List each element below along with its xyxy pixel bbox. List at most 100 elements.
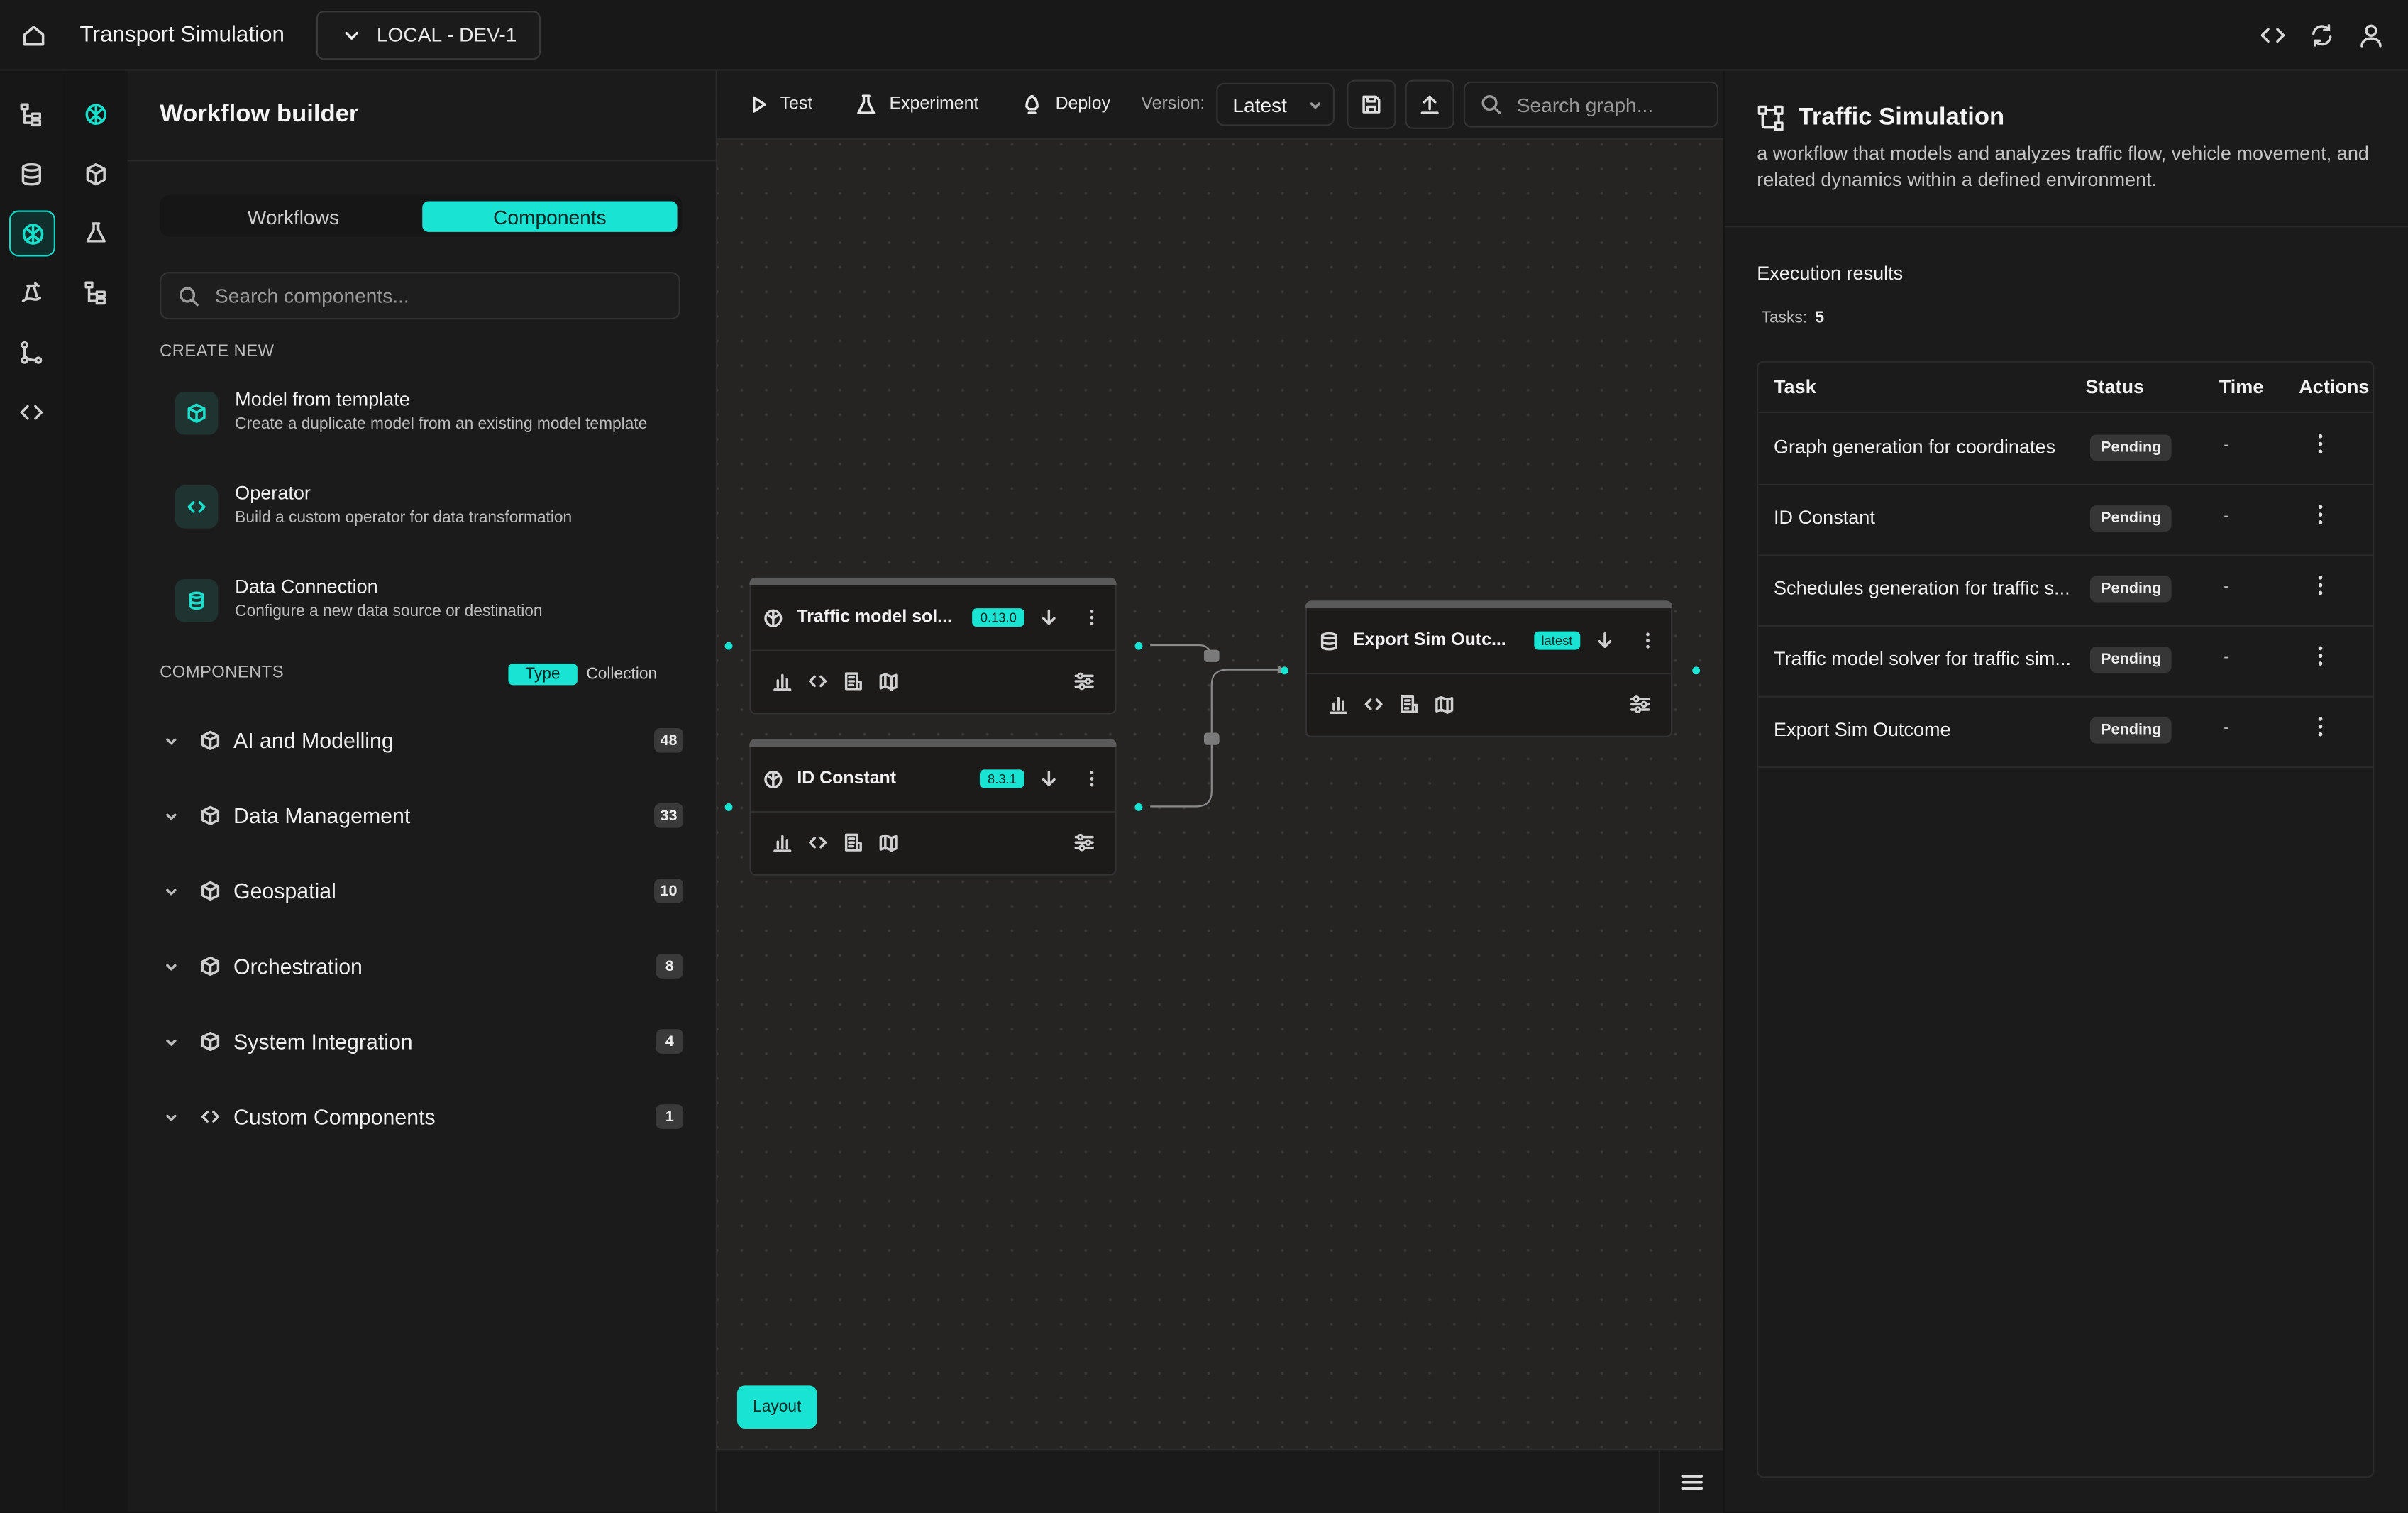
- settings-sliders-icon[interactable]: [1073, 832, 1095, 852]
- layout-button[interactable]: Layout: [736, 1385, 817, 1429]
- hierarchy-icon[interactable]: [74, 270, 117, 314]
- code-icon[interactable]: [808, 832, 828, 852]
- node-header: Traffic model sol... 0.13.0: [751, 585, 1115, 651]
- experiment-icon[interactable]: [9, 270, 53, 314]
- play-icon: [749, 95, 768, 114]
- create-model-from-template[interactable]: Model from template Create a duplicate m…: [175, 389, 682, 453]
- cube-icon[interactable]: [74, 152, 117, 195]
- upload-button[interactable]: [1404, 79, 1454, 129]
- version-value: Latest: [1232, 92, 1287, 116]
- count-badge: 1: [656, 1104, 684, 1129]
- flask-icon[interactable]: [74, 211, 117, 254]
- code-icon[interactable]: [2258, 19, 2288, 50]
- home-button[interactable]: [0, 0, 67, 69]
- chart-icon[interactable]: [773, 832, 792, 852]
- more-vertical-icon[interactable]: [2317, 504, 2324, 525]
- create-data-connection[interactable]: Data Connection Configure a new data sou…: [175, 576, 682, 641]
- input-port[interactable]: [1281, 666, 1289, 675]
- code-icon[interactable]: [1364, 693, 1384, 713]
- user-icon[interactable]: [2355, 19, 2386, 50]
- output-port[interactable]: [1134, 803, 1143, 811]
- version-select[interactable]: Latest: [1215, 82, 1335, 126]
- more-vertical-icon[interactable]: [1645, 632, 1651, 650]
- category-ai-and-modelling[interactable]: AI and Modelling 48: [165, 722, 684, 759]
- task-name: Graph generation for coordinates: [1773, 436, 2056, 458]
- experiment-button[interactable]: Experiment: [856, 94, 979, 115]
- more-vertical-icon[interactable]: [2317, 716, 2324, 737]
- count-badge: 10: [653, 879, 684, 903]
- download-icon[interactable]: [1596, 632, 1614, 650]
- components-search: [160, 272, 680, 320]
- menu-button[interactable]: [1658, 1450, 1723, 1513]
- tab-components[interactable]: Components: [422, 201, 678, 232]
- category-system-integration[interactable]: System Integration 4: [165, 1023, 684, 1060]
- output-port[interactable]: [1692, 666, 1701, 675]
- input-port[interactable]: [724, 642, 733, 650]
- more-vertical-icon[interactable]: [2317, 645, 2324, 666]
- create-operator[interactable]: Operator Build a custom operator for dat…: [175, 483, 682, 547]
- deploy-button[interactable]: Deploy: [1022, 94, 1110, 115]
- cube-icon: [199, 1030, 221, 1052]
- more-vertical-icon[interactable]: [2317, 433, 2324, 454]
- map-icon[interactable]: [878, 671, 898, 691]
- chart-icon[interactable]: [773, 671, 792, 691]
- experiment-label: Experiment: [889, 95, 979, 114]
- log-icon[interactable]: [843, 832, 863, 852]
- map-icon[interactable]: [1435, 693, 1454, 713]
- tab-workflows[interactable]: Workflows: [162, 202, 424, 232]
- brain-icon[interactable]: [9, 210, 55, 257]
- code-icon[interactable]: [9, 390, 53, 434]
- edge-handle[interactable]: [1203, 649, 1220, 662]
- refresh-icon[interactable]: [2307, 19, 2337, 50]
- table-row[interactable]: Graph generation for coordinates Pending…: [1758, 413, 2373, 485]
- deploy-label: Deploy: [1055, 95, 1111, 114]
- git-branch-icon[interactable]: [9, 330, 53, 373]
- save-button[interactable]: [1346, 79, 1396, 129]
- code-icon[interactable]: [808, 671, 828, 691]
- category-data-management[interactable]: Data Management 33: [165, 797, 684, 834]
- settings-sliders-icon[interactable]: [1630, 693, 1651, 713]
- log-icon[interactable]: [1399, 693, 1419, 713]
- environment-select[interactable]: LOCAL - DEV-1: [316, 10, 540, 60]
- toggle-collection[interactable]: Collection: [577, 664, 666, 685]
- more-vertical-icon[interactable]: [2317, 575, 2324, 596]
- settings-sliders-icon[interactable]: [1073, 671, 1095, 691]
- create-item-description: Build a custom operator for data transfo…: [235, 508, 573, 527]
- search-input[interactable]: [211, 282, 648, 309]
- category-geospatial[interactable]: Geospatial 10: [165, 872, 684, 909]
- toggle-type[interactable]: Type: [508, 664, 578, 686]
- graph-canvas[interactable]: Test Experiment Deploy Version: Latest S…: [717, 70, 1723, 1449]
- hierarchy-icon[interactable]: [9, 92, 53, 136]
- download-icon[interactable]: [1039, 769, 1058, 788]
- table-row[interactable]: Schedules generation for traffic s... Pe…: [1758, 554, 2373, 627]
- brain-icon[interactable]: [74, 92, 117, 136]
- save-icon: [1360, 94, 1381, 115]
- category-custom-components[interactable]: Custom Components 1: [165, 1099, 684, 1135]
- category-orchestration[interactable]: Orchestration 8: [165, 947, 684, 984]
- chart-icon[interactable]: [1328, 693, 1348, 713]
- canvas-bottom-bar: [717, 1448, 1723, 1513]
- create-item-title: Data Connection: [235, 576, 378, 598]
- more-vertical-icon[interactable]: [1089, 769, 1095, 788]
- output-port[interactable]: [1134, 642, 1143, 650]
- table-row[interactable]: ID Constant Pending -: [1758, 484, 2373, 556]
- status-badge: Pending: [2089, 717, 2172, 744]
- node-traffic-model-solver[interactable]: Traffic model sol... 0.13.0: [749, 577, 1117, 715]
- workflow-description: a workflow that models and analyzes traf…: [1757, 143, 2369, 191]
- node-id-constant[interactable]: ID Constant 8.3.1: [749, 739, 1117, 876]
- map-icon[interactable]: [878, 832, 898, 852]
- home-icon: [21, 22, 46, 47]
- input-port[interactable]: [724, 803, 733, 811]
- table-row[interactable]: Traffic model solver for traffic sim... …: [1758, 625, 2373, 698]
- database-icon[interactable]: [9, 152, 53, 195]
- log-icon[interactable]: [843, 671, 863, 691]
- graph-search-input[interactable]: [1513, 91, 1704, 118]
- download-icon[interactable]: [1039, 608, 1058, 627]
- more-vertical-icon[interactable]: [1089, 608, 1095, 627]
- node-export-sim-outcome[interactable]: Export Sim Outc... latest: [1305, 600, 1673, 737]
- flask-icon: [856, 94, 877, 115]
- test-button[interactable]: Test: [749, 95, 812, 114]
- cube-icon: [199, 805, 221, 826]
- table-row[interactable]: Export Sim Outcome Pending -: [1758, 696, 2373, 769]
- edge-handle[interactable]: [1203, 732, 1220, 745]
